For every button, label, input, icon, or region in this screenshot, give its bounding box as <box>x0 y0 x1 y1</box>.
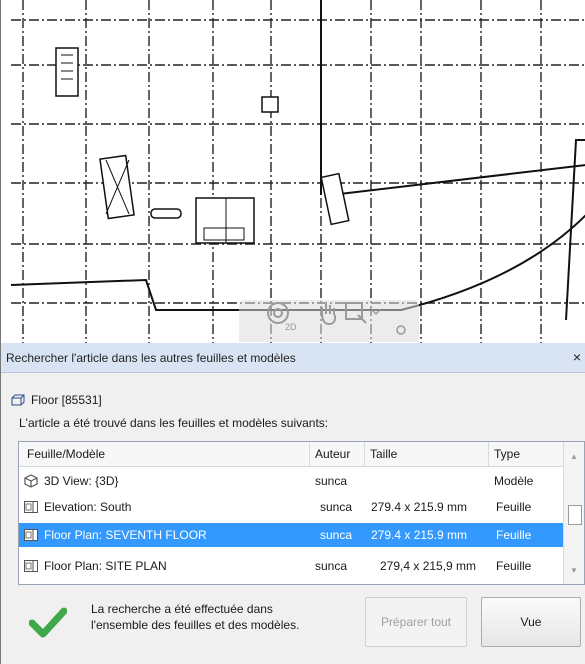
status-line-1: La recherche a été effectuée dans <box>91 602 273 616</box>
dialog-titlebar: Rechercher l'article dans les autres feu… <box>1 343 585 373</box>
scroll-down-arrow-icon[interactable]: ▼ <box>570 566 578 575</box>
column-header-size[interactable]: Taille <box>365 442 489 466</box>
scroll-up-arrow-icon[interactable]: ▲ <box>570 452 578 461</box>
floor-element-icon <box>11 394 25 406</box>
table-header: Feuille/Modèle Auteur Taille Type <box>19 442 564 467</box>
vertical-scrollbar[interactable]: ▲ ▼ <box>563 442 584 584</box>
column-header-author[interactable]: Auteur <box>310 442 365 466</box>
row-author: sunca <box>315 474 348 488</box>
close-icon[interactable]: × <box>573 349 581 365</box>
row-type: Feuille <box>496 500 532 514</box>
status-line-2: l'ensemble des feuilles et des modèles. <box>91 618 300 632</box>
zoom-icon[interactable] <box>343 300 369 326</box>
column-header-sheet[interactable]: Feuille/Modèle <box>19 442 310 466</box>
row-size: 279.4 x 215.9 mm <box>371 500 468 514</box>
pan-hand-icon[interactable] <box>315 300 341 326</box>
view-button[interactable]: Vue <box>481 597 581 647</box>
results-table: Feuille/Modèle Auteur Taille Type 3D Vie… <box>18 441 585 585</box>
view-navigation-bar: 2D <box>239 300 419 342</box>
row-name: Floor Plan: SEVENTH FLOOR <box>44 528 207 542</box>
table-row[interactable]: Elevation: South sunca 279.4 x 215.9 mm … <box>19 495 564 519</box>
row-author: sunca <box>320 528 353 542</box>
find-in-sheets-dialog: Rechercher l'article dans les autres feu… <box>0 343 585 664</box>
row-size: 279.4 x 215.9 mm <box>371 528 468 542</box>
row-type: Feuille <box>496 528 532 542</box>
sheet-icon <box>24 529 38 541</box>
search-status-message: La recherche a été effectuée dans l'ense… <box>91 601 341 633</box>
sheet-icon <box>24 560 38 572</box>
table-row-selected[interactable]: Floor Plan: SEVENTH FLOOR sunca 279.4 x … <box>19 523 564 547</box>
row-type: Feuille <box>496 559 532 573</box>
row-type: Modèle <box>494 474 534 488</box>
element-name: Floor [85531] <box>31 393 102 407</box>
drawing-canvas[interactable]: 2D <box>0 0 585 343</box>
row-name: Floor Plan: SITE PLAN <box>44 559 167 573</box>
floor-plan-drawing <box>10 0 585 343</box>
table-row[interactable]: 3D View: {3D} sunca Modèle <box>19 469 564 493</box>
row-author: sunca <box>320 500 353 514</box>
3d-view-icon <box>24 474 38 488</box>
row-name: 3D View: {3D} <box>44 474 119 488</box>
dialog-title: Rechercher l'article dans les autres feu… <box>6 351 296 365</box>
checkmark-icon <box>29 607 67 638</box>
chevron-down-icon[interactable] <box>369 300 383 326</box>
row-name: Elevation: South <box>44 500 132 514</box>
prepare-all-button[interactable]: Préparer tout <box>365 597 467 647</box>
sheet-icon <box>24 501 38 513</box>
table-row[interactable]: Floor Plan: SITE PLAN sunca 279,4 x 215,… <box>19 554 564 578</box>
element-info: Floor [85531] <box>11 392 102 408</box>
options-icon[interactable] <box>395 324 407 336</box>
row-size: 279,4 x 215,9 mm <box>380 559 477 573</box>
scrollbar-thumb[interactable] <box>568 505 582 525</box>
2d-label: 2D <box>285 322 297 332</box>
row-author: sunca <box>315 559 348 573</box>
found-message: L'article a été trouvé dans les feuilles… <box>19 416 329 430</box>
column-header-type[interactable]: Type <box>489 442 564 466</box>
